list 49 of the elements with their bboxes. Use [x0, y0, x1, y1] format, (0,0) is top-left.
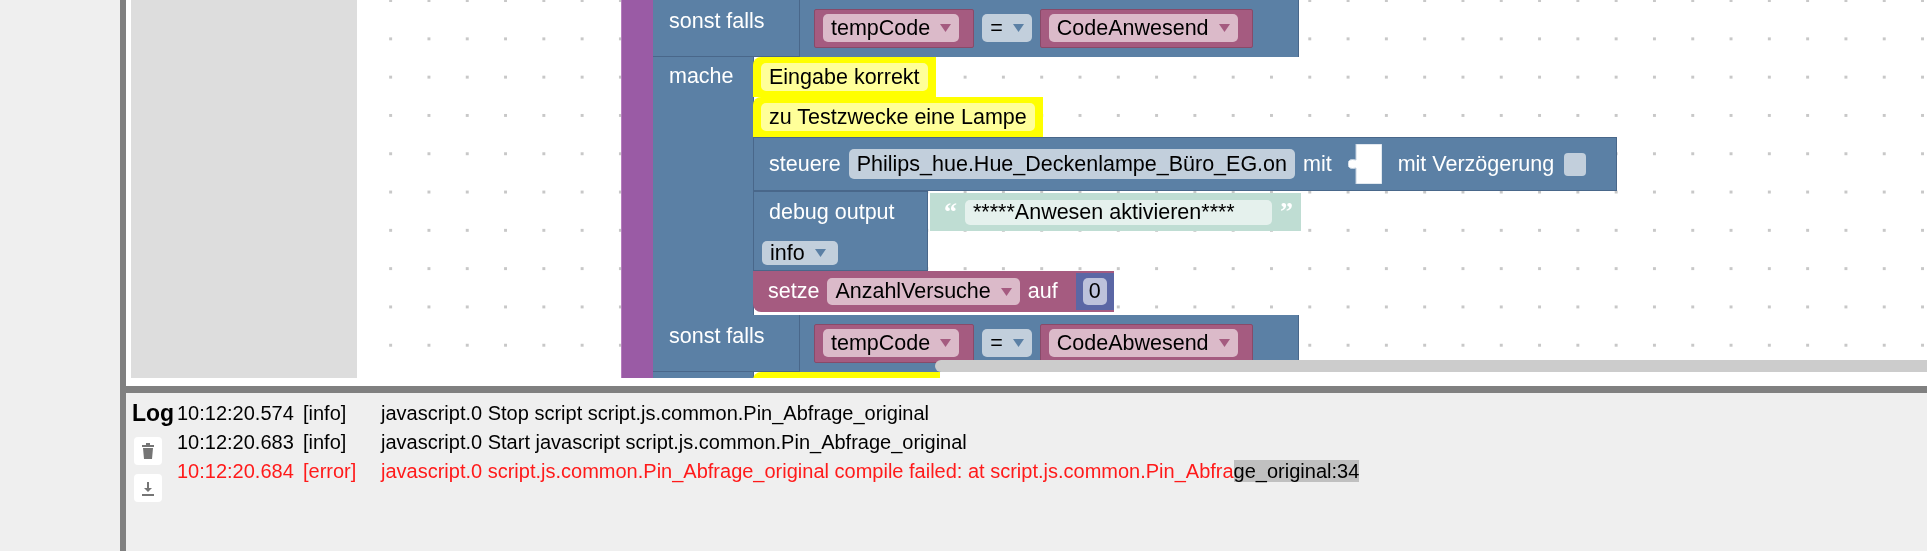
block-label: sonst falls [669, 323, 766, 349]
dropdown-arrow-icon [1012, 339, 1024, 347]
empty-input-slot-icon [1347, 144, 1382, 184]
dropdown-field[interactable]: CodeAnwesend [1048, 14, 1238, 42]
log-title: Log [132, 399, 175, 428]
log-severity: [info] [303, 402, 348, 425]
dropdown-arrow-icon [1218, 24, 1230, 32]
quote-mark: “ [944, 197, 957, 227]
block-label: mit Verzögerung [1397, 151, 1555, 177]
dropdown-arrow-icon [1000, 287, 1012, 296]
log-message: javascript.0 script.js.common.Pin_Abfrage_original compile failed: at script.js.common.Pin_Abfrage_original:34 [381, 460, 1360, 483]
block-label: steuere [769, 151, 841, 177]
severity-dropdown[interactable]: info [762, 241, 838, 265]
block-label: setze [768, 279, 820, 304]
dropdown-arrow-icon [1218, 339, 1230, 347]
dropdown-arrow-icon [940, 24, 952, 32]
download-icon [141, 480, 155, 496]
log-time: 10:12:20.574 [177, 402, 295, 425]
trash-icon [141, 443, 155, 459]
log-time: 10:12:20.684 [177, 460, 295, 483]
block-label: debug output [769, 200, 896, 225]
dropdown-field[interactable]: AnzahlVersuche [827, 278, 1020, 305]
string-field[interactable]: *****Anwesen aktivieren**** [965, 199, 1272, 225]
object-field[interactable]: Philips_hue.Hue_Deckenlampe_Büro_EG.on [848, 149, 1295, 179]
number-field[interactable]: 0 [1082, 278, 1107, 305]
dropdown-field[interactable]: tempCode [823, 14, 960, 42]
log-severity: [info] [303, 431, 348, 454]
dropdown-arrow-icon [1012, 24, 1024, 32]
quote-mark: ” [1280, 197, 1293, 227]
comment-text: Eingabe korrekt [761, 63, 928, 91]
download-log-button[interactable] [134, 474, 162, 502]
dropdown-arrow-icon [940, 339, 952, 347]
block-label: mit [1303, 151, 1332, 177]
log-message: javascript.0 Start javascript script.js.common.Pin_Abfrage_original [381, 431, 968, 454]
comment-text: zu Testzwecke eine Lampe [761, 103, 1035, 131]
checkbox-field[interactable] [1564, 152, 1587, 176]
operator-dropdown[interactable]: = [982, 329, 1032, 357]
horizontal-scrollbar[interactable] [935, 360, 1927, 372]
operator-dropdown[interactable]: = [982, 14, 1032, 42]
dropdown-field[interactable]: tempCode [823, 329, 960, 357]
block-label: auf [1027, 279, 1058, 304]
block-label: sonst falls [669, 8, 766, 34]
log-message: javascript.0 Stop script script.js.common.Pin_Abfrage_original [381, 402, 931, 425]
dropdown-arrow-icon [814, 249, 826, 257]
log-severity: [error] [303, 460, 358, 483]
log-time: 10:12:20.683 [177, 431, 295, 454]
clear-log-button[interactable] [134, 437, 162, 465]
block-label: mache [669, 63, 734, 90]
dropdown-field[interactable]: CodeAbwesend [1048, 329, 1238, 357]
